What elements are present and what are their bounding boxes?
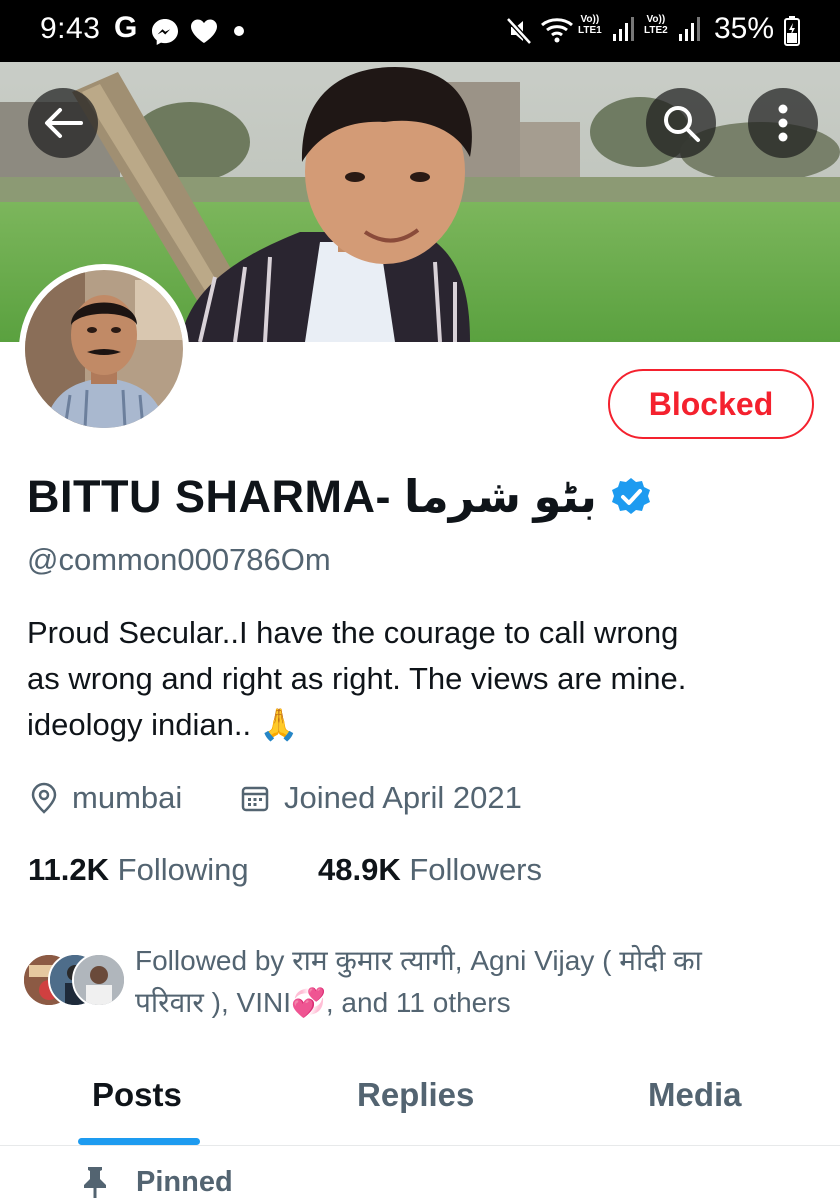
bio-line: ideology indian.. 🙏 (27, 707, 299, 742)
calendar-icon (241, 786, 269, 812)
handle: @common000786Om (27, 542, 331, 577)
location-pin-icon (31, 782, 57, 814)
signal-icon (678, 16, 702, 47)
location-text: mumbai (72, 780, 183, 815)
status-bar: 9:43 G Vo)) LTE1 Vo)) LTE2 35% (0, 0, 840, 62)
signal-icon (612, 16, 636, 47)
search-icon (664, 106, 700, 142)
bio-line: Proud Secular..I have the courage to cal… (27, 615, 679, 650)
following-count: 11.2K (28, 852, 110, 887)
wifi-icon (540, 15, 574, 50)
active-tab-indicator (78, 1138, 200, 1145)
blocked-button[interactable]: Blocked (608, 369, 814, 439)
followed-by-line: परिवार ), VINI💞, and 11 others (135, 987, 511, 1018)
following-link[interactable]: 11.2K Following (28, 852, 249, 888)
battery-percent: 35% (714, 12, 775, 45)
joined-text: Joined April 2021 (284, 780, 522, 815)
mute-icon (505, 16, 533, 51)
followers-label: Followers (409, 852, 543, 887)
battery-icon (784, 16, 800, 51)
bio-line: as wrong and right as right. The views a… (27, 661, 687, 696)
volte2-label: Vo)) LTE2 (644, 14, 668, 36)
volte1-label: Vo)) LTE1 (578, 14, 602, 36)
dot-icon (234, 26, 244, 36)
followed-by-avatars[interactable] (22, 953, 132, 1009)
verified-badge-icon[interactable] (611, 477, 651, 517)
tab-replies[interactable]: Replies (357, 1076, 474, 1114)
joined-date: Joined April 2021 (240, 780, 522, 816)
messenger-icon (150, 17, 180, 52)
followed-by-text[interactable]: Followed by राम कुमार त्यागी, Agni Vijay… (135, 940, 815, 1024)
back-button[interactable] (28, 88, 98, 158)
search-button[interactable] (646, 88, 716, 158)
back-arrow-icon (45, 108, 83, 138)
avatar (72, 953, 126, 1007)
location: mumbai (30, 780, 182, 816)
pin-icon (84, 1167, 106, 1198)
following-label: Following (117, 852, 249, 887)
profile-tabs: Posts Replies Media (0, 1060, 840, 1146)
status-time: 9:43 (40, 12, 101, 45)
pinned-label: Pinned (82, 1165, 233, 1199)
more-button[interactable] (748, 88, 818, 158)
google-icon: G (114, 11, 138, 44)
followed-by-line: Followed by राम कुमार त्यागी, Agni Vijay… (135, 945, 702, 976)
pinned-text: Pinned (136, 1165, 233, 1198)
display-name-text: BITTU SHARMA- بٹو شرما (27, 471, 597, 522)
tab-posts[interactable]: Posts (92, 1076, 182, 1114)
more-vertical-icon (778, 104, 788, 142)
followers-link[interactable]: 48.9K Followers (318, 852, 542, 888)
bio: Proud Secular..I have the courage to cal… (27, 610, 817, 748)
followers-count: 48.9K (318, 852, 401, 887)
avatar[interactable] (19, 264, 189, 434)
heart-icon (190, 18, 218, 49)
avatar-image (25, 270, 183, 428)
tab-media[interactable]: Media (648, 1076, 742, 1114)
display-name: BITTU SHARMA- بٹو شرما (27, 470, 651, 523)
